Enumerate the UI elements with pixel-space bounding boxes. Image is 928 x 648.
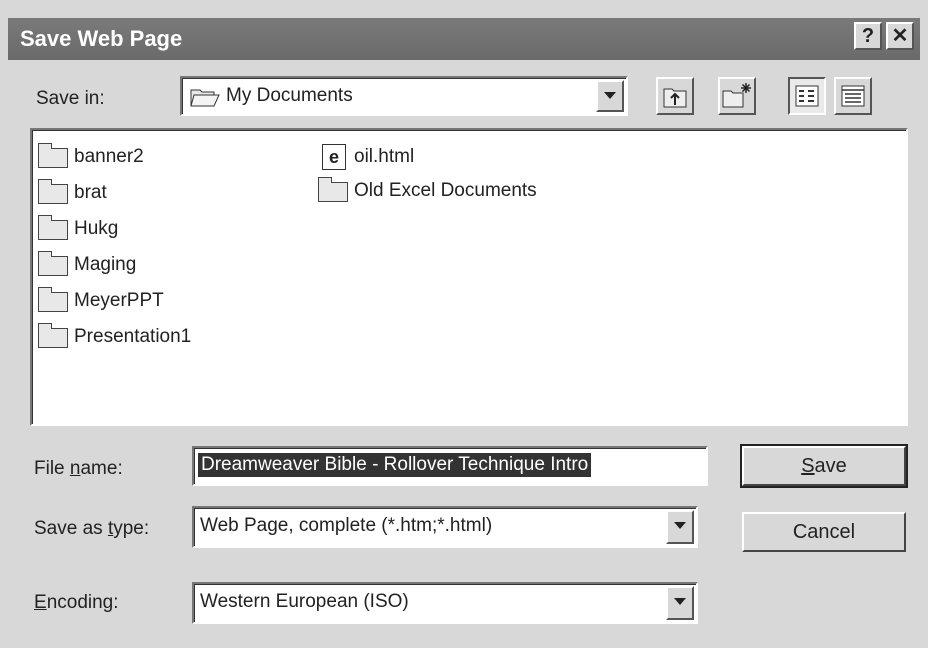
chevron-down-icon[interactable]	[666, 510, 694, 544]
list-view-button[interactable]	[788, 77, 826, 115]
html-file-icon: e	[322, 144, 346, 170]
create-new-folder-button[interactable]	[718, 77, 756, 115]
folder-item-hukg[interactable]: Hukg	[34, 214, 294, 244]
encoding-value: Western European (ISO)	[200, 591, 409, 612]
close-button[interactable]: ✕	[886, 22, 914, 50]
details-view-icon	[841, 85, 865, 107]
file-name-value: Dreamweaver Bible - Rollover Technique I…	[198, 453, 592, 477]
window-title: Save Web Page	[20, 26, 183, 51]
folder-item-maging[interactable]: Maging	[34, 250, 294, 280]
folder-item-old-excel-documents[interactable]: Old Excel Documents	[314, 176, 614, 206]
folder-open-icon	[190, 86, 220, 107]
details-view-button[interactable]	[834, 77, 872, 115]
save-as-type-value: Web Page, complete (*.htm;*.html)	[200, 515, 493, 536]
save-button[interactable]: Save	[740, 444, 908, 488]
save-as-type-dropdown[interactable]: Web Page, complete (*.htm;*.html)	[192, 506, 698, 548]
folder-item-banner2[interactable]: banner2	[34, 142, 294, 172]
folder-icon	[38, 215, 68, 240]
new-folder-icon	[722, 83, 751, 108]
file-name-input[interactable]: Dreamweaver Bible - Rollover Technique I…	[192, 446, 708, 486]
folder-item-brat[interactable]: brat	[34, 178, 294, 208]
title-bar[interactable]: Save Web Page ? ✕	[8, 18, 920, 60]
folder-name: MeyerPPT	[74, 290, 164, 311]
cancel-button[interactable]: Cancel	[742, 512, 906, 552]
up-one-level-button[interactable]	[656, 77, 694, 115]
folder-icon	[318, 177, 348, 202]
encoding-dropdown[interactable]: Western European (ISO)	[192, 582, 698, 624]
chevron-down-icon[interactable]	[596, 80, 624, 112]
folder-icon	[38, 179, 68, 204]
folder-name: Presentation1	[74, 326, 192, 347]
folder-icon	[38, 251, 68, 276]
list-view-icon	[795, 85, 819, 107]
up-folder-icon	[663, 88, 687, 108]
save-in-label: Save in:	[36, 88, 105, 109]
save-as-type-label: Save as type:	[34, 518, 150, 539]
folder-item-meyerppt[interactable]: MeyerPPT	[34, 286, 294, 316]
file-list[interactable]: banner2 brat Hukg Maging MeyerPPT Presen…	[30, 128, 908, 426]
save-in-dropdown[interactable]: My Documents	[180, 76, 628, 116]
folder-name: Maging	[74, 254, 137, 275]
help-button[interactable]: ?	[854, 22, 882, 50]
folder-name: Old Excel Documents	[354, 180, 537, 201]
save-web-page-dialog: Save Web Page ? ✕ Save in: My Documents …	[0, 0, 928, 648]
folder-name: Hukg	[74, 218, 119, 239]
folder-icon	[38, 323, 68, 348]
save-in-value: My Documents	[226, 85, 353, 106]
chevron-down-icon[interactable]	[666, 586, 694, 620]
encoding-label: Encoding:	[34, 592, 119, 613]
file-name-label: File name:	[34, 458, 123, 479]
file-name: oil.html	[354, 146, 415, 167]
folder-icon	[38, 143, 68, 168]
file-item-oil-html[interactable]: e oil.html	[314, 142, 614, 172]
folder-icon	[38, 287, 68, 312]
folder-name: brat	[74, 182, 107, 203]
folder-name: banner2	[74, 146, 144, 167]
folder-item-presentation1[interactable]: Presentation1	[34, 322, 294, 352]
